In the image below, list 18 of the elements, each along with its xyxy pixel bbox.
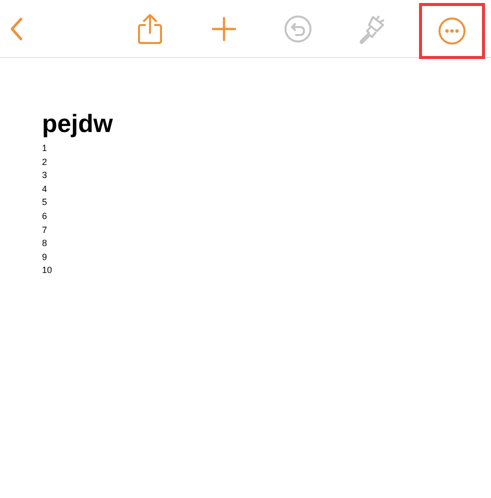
list-line: 4 (42, 182, 48, 196)
list-line: 10 (42, 264, 54, 278)
list-line: 1 (42, 142, 48, 155)
paintbrush-icon (357, 12, 387, 44)
more-button[interactable] (419, 2, 485, 58)
list-line: 7 (42, 224, 48, 237)
list-line: 3 (42, 169, 48, 182)
list-line: 6 (42, 210, 48, 223)
list-line: 9 (42, 250, 48, 264)
share-icon (137, 12, 163, 44)
back-icon (9, 16, 23, 40)
list-line: 5 (42, 196, 48, 210)
add-icon (212, 16, 236, 40)
list-line: 2 (42, 156, 48, 169)
list-line: 8 (42, 237, 48, 250)
more-icon (438, 16, 466, 44)
undo-icon (284, 14, 312, 42)
document-title: pejdw (42, 110, 114, 138)
